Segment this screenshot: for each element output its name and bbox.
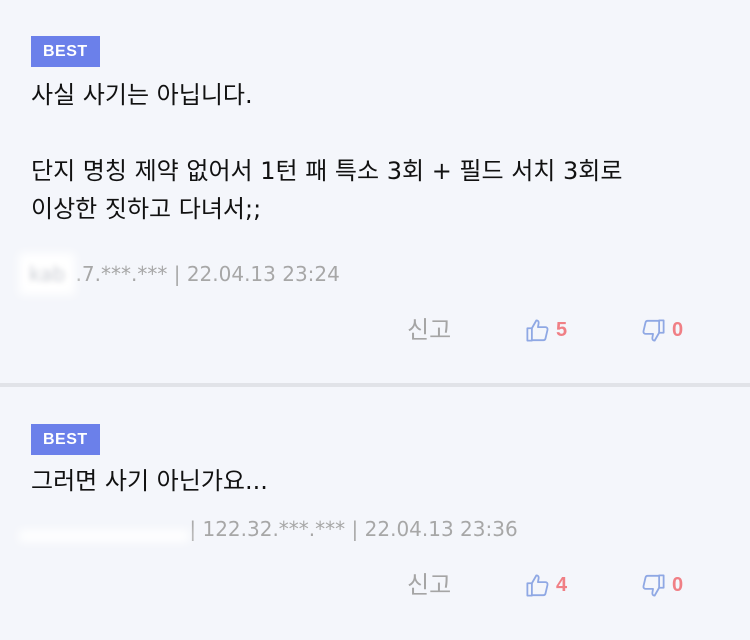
author-ip: .7.***.*** (75, 262, 168, 286)
dislike-count: 0 (672, 573, 684, 596)
thumbs-up-icon (524, 572, 551, 599)
dislike-count: 0 (672, 318, 684, 341)
dislike-button[interactable]: 0 (640, 310, 683, 350)
best-badge: BEST (31, 424, 100, 455)
best-badge: BEST (31, 36, 100, 67)
meta-separator: | (173, 262, 187, 286)
report-button[interactable]: 신고 (407, 310, 451, 350)
like-button[interactable]: 5 (524, 310, 567, 350)
like-count: 5 (556, 318, 568, 341)
dislike-button[interactable]: 0 (640, 565, 683, 605)
meta-separator: | (351, 517, 365, 541)
author-ip: 122.32.***.*** (202, 517, 346, 541)
comment-item: BEST 그러면 사기 아닌가요... | 122.32.***.*** | 2… (0, 387, 750, 640)
thumbs-down-icon (640, 317, 667, 344)
comment-date: 22.04.13 23:36 (364, 517, 518, 541)
comment-text: 그러면 사기 아닌가요... (31, 467, 268, 495)
comment-date: 22.04.13 23:24 (186, 262, 340, 286)
comment-item: BEST 사실 사기는 아닙니다. 단지 명칭 제약 없어서 1턴 패 특소 3… (0, 0, 750, 383)
thumbs-up-icon (524, 317, 551, 344)
thumbs-down-icon (640, 572, 667, 599)
meta-separator: | (189, 517, 203, 541)
like-count: 4 (556, 573, 568, 596)
like-button[interactable]: 4 (524, 565, 567, 605)
comment-actions: 신고 5 0 (0, 310, 750, 350)
author-nickname[interactable]: kab (25, 259, 70, 289)
comment-meta: | 122.32.***.*** | 22.04.13 23:36 (31, 514, 518, 544)
comment-meta: kab .7.***.*** | 22.04.13 23:24 (25, 259, 340, 289)
comment-actions: 신고 4 0 (0, 565, 750, 605)
comment-text: 사실 사기는 아닙니다. 단지 명칭 제약 없어서 1턴 패 특소 3회 + 필… (31, 81, 623, 223)
report-button[interactable]: 신고 (407, 565, 451, 605)
